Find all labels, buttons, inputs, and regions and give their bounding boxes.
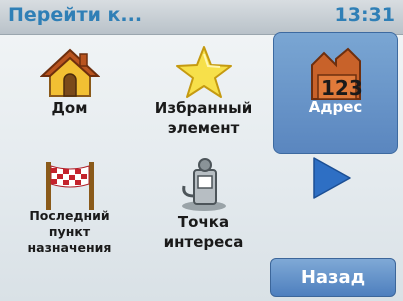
- tile-label: Точка интереса: [163, 213, 244, 251]
- go-to-menu-screen: Перейти к... 13:31 Дом Избранный элемент…: [0, 0, 403, 301]
- point-of-interest-tile[interactable]: Точка интереса: [141, 148, 266, 261]
- tile-label: Последний пункт назначения: [27, 208, 112, 255]
- home-tile[interactable]: Дом: [7, 36, 132, 149]
- address-icon: 123: [310, 47, 362, 100]
- title-bar: Перейти к... 13:31: [0, 0, 403, 35]
- tile-label: Дом: [51, 99, 88, 117]
- tile-label: Адрес: [308, 98, 363, 116]
- house-icon: [39, 48, 100, 97]
- finish-flag-icon: [45, 162, 94, 210]
- back-button[interactable]: Назад: [270, 258, 396, 297]
- screen-title: Перейти к...: [8, 4, 143, 26]
- point-of-interest-icon: [181, 158, 226, 211]
- favorite-tile[interactable]: Избранный элемент: [141, 36, 266, 149]
- clock: 13:31: [334, 4, 395, 26]
- address-tile[interactable]: 123 Адрес: [273, 32, 398, 154]
- next-arrow-icon[interactable]: [300, 148, 360, 208]
- tile-label: Избранный элемент: [154, 99, 253, 137]
- recent-destination-tile[interactable]: Последний пункт назначения: [7, 148, 132, 261]
- star-icon: [175, 46, 232, 98]
